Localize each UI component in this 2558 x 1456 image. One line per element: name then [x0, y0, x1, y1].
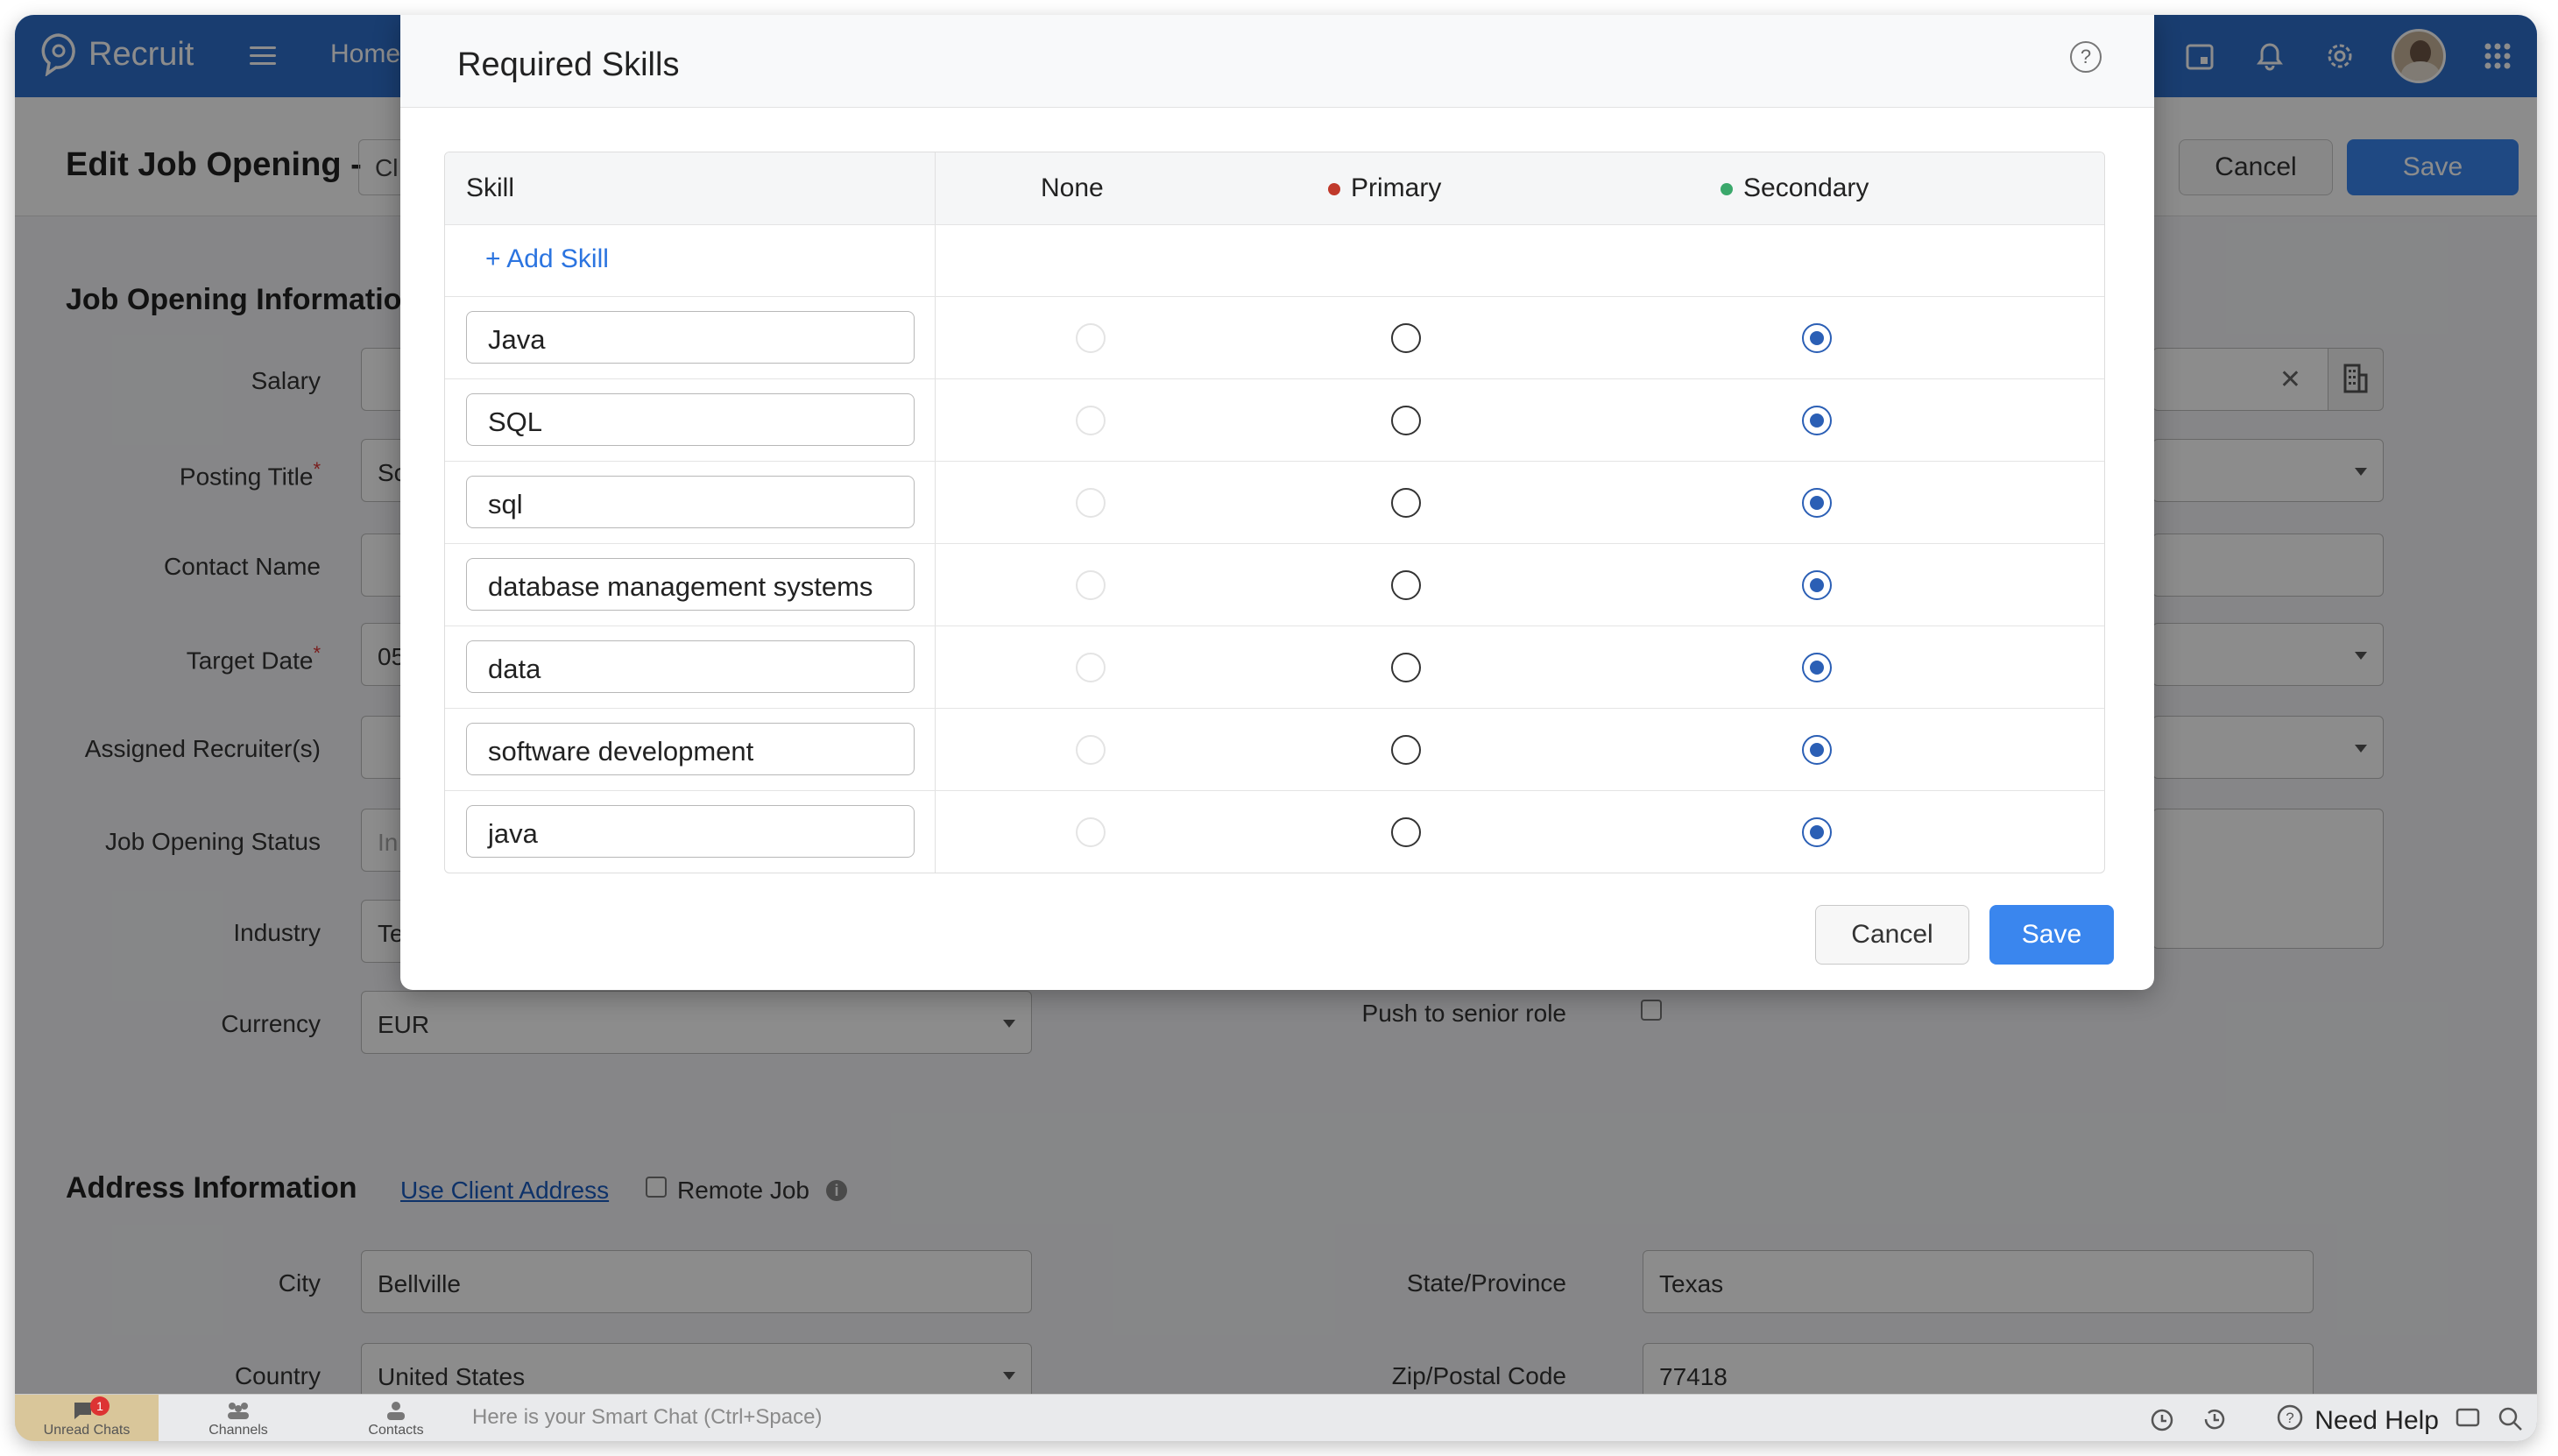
- radio-none: [1076, 817, 1106, 847]
- skill-row: software development: [445, 708, 2104, 790]
- channels-icon: [225, 1400, 251, 1425]
- smart-chat-input[interactable]: Here is your Smart Chat (Ctrl+Space): [472, 1405, 822, 1430]
- radio-primary[interactable]: [1391, 817, 1421, 847]
- skill-row: java: [445, 790, 2104, 873]
- header-skill-cell: Skill: [445, 152, 936, 224]
- skill-cell: database management systems: [445, 544, 936, 626]
- col-secondary-header: Secondary: [1721, 173, 1869, 203]
- skill-row: Java: [445, 296, 2104, 378]
- radio-primary[interactable]: [1391, 406, 1421, 435]
- skill-row: SQL: [445, 378, 2104, 461]
- skill-cell: sql: [445, 462, 936, 543]
- radio-secondary[interactable]: [1802, 653, 1832, 682]
- skill-row: sql: [445, 461, 2104, 543]
- radio-primary[interactable]: [1391, 323, 1421, 353]
- radio-primary[interactable]: [1391, 653, 1421, 682]
- skill-cell: software development: [445, 709, 936, 790]
- skill-name-input[interactable]: SQL: [466, 393, 915, 446]
- radio-none: [1076, 735, 1106, 765]
- skill-name-input[interactable]: java: [466, 805, 915, 858]
- skill-name-input[interactable]: sql: [466, 476, 915, 528]
- app-window: Recruit Home Edit Job Opening - Cl Cance…: [15, 15, 2537, 1441]
- history-icon[interactable]: [2201, 1405, 2229, 1438]
- col-skill-header: Skill: [466, 173, 515, 202]
- channels-tab[interactable]: Channels: [181, 1395, 295, 1441]
- radio-primary[interactable]: [1391, 570, 1421, 600]
- radio-none: [1076, 323, 1106, 353]
- channels-label: Channels: [208, 1423, 268, 1438]
- radio-none: [1076, 653, 1106, 682]
- radio-secondary[interactable]: [1802, 570, 1832, 600]
- need-help-button[interactable]: ? Need Help: [2276, 1403, 2439, 1438]
- radio-secondary[interactable]: [1802, 735, 1832, 765]
- modal-cancel-button[interactable]: Cancel: [1815, 905, 1969, 965]
- radio-secondary[interactable]: [1802, 817, 1832, 847]
- unread-chats-tab[interactable]: 1 Unread Chats: [15, 1395, 159, 1441]
- skill-name-input[interactable]: data: [466, 640, 915, 693]
- col-primary-header: Primary: [1328, 173, 1441, 203]
- contacts-tab[interactable]: Contacts: [339, 1395, 453, 1441]
- radio-none: [1076, 570, 1106, 600]
- radio-none: [1076, 488, 1106, 518]
- radio-secondary[interactable]: [1802, 406, 1832, 435]
- modal-title: Required Skills: [457, 46, 680, 83]
- radio-secondary[interactable]: [1802, 323, 1832, 353]
- skill-name-input[interactable]: software development: [466, 723, 915, 775]
- svg-text:?: ?: [2286, 1410, 2294, 1426]
- skill-cell: SQL: [445, 379, 936, 461]
- radio-secondary[interactable]: [1802, 488, 1832, 518]
- skills-table: Skill None Primary Secondary + Add Skill…: [444, 152, 2105, 873]
- skill-row: database management systems: [445, 543, 2104, 626]
- modal-header: Required Skills ?: [400, 15, 2154, 108]
- skill-cell: data: [445, 626, 936, 708]
- modal-save-button[interactable]: Save: [1989, 905, 2114, 965]
- contacts-icon: [385, 1400, 407, 1425]
- feedback-icon[interactable]: [2455, 1405, 2481, 1436]
- add-skill-button[interactable]: + Add Skill: [485, 244, 609, 274]
- question-icon: ?: [2276, 1403, 2304, 1438]
- add-skill-row: + Add Skill: [445, 224, 2104, 296]
- skill-name-input[interactable]: Java: [466, 311, 915, 364]
- contacts-label: Contacts: [368, 1423, 424, 1438]
- secondary-dot-icon: [1721, 183, 1733, 196]
- radio-primary[interactable]: [1391, 488, 1421, 518]
- radio-primary[interactable]: [1391, 735, 1421, 765]
- primary-dot-icon: [1328, 183, 1340, 196]
- col-none-header: None: [1041, 173, 1104, 202]
- search-icon[interactable]: [2497, 1405, 2525, 1438]
- radio-none: [1076, 406, 1106, 435]
- skill-cell: Java: [445, 297, 936, 378]
- unread-count-badge: 1: [90, 1396, 110, 1416]
- help-circle-icon[interactable]: ?: [2070, 41, 2102, 73]
- table-header-row: Skill None Primary Secondary: [445, 152, 2104, 224]
- alarm-icon[interactable]: [2148, 1405, 2176, 1438]
- need-help-label: Need Help: [2314, 1406, 2439, 1435]
- add-skill-cell: + Add Skill: [445, 225, 936, 296]
- required-skills-modal: Required Skills ? Skill None Primary Sec…: [400, 15, 2154, 990]
- skill-name-input[interactable]: database management systems: [466, 558, 915, 611]
- unread-chats-label: Unread Chats: [43, 1423, 131, 1438]
- skill-row: data: [445, 626, 2104, 708]
- skill-cell: java: [445, 791, 936, 873]
- bottom-chat-bar: 1 Unread Chats Channels Contacts Here is…: [15, 1394, 2537, 1441]
